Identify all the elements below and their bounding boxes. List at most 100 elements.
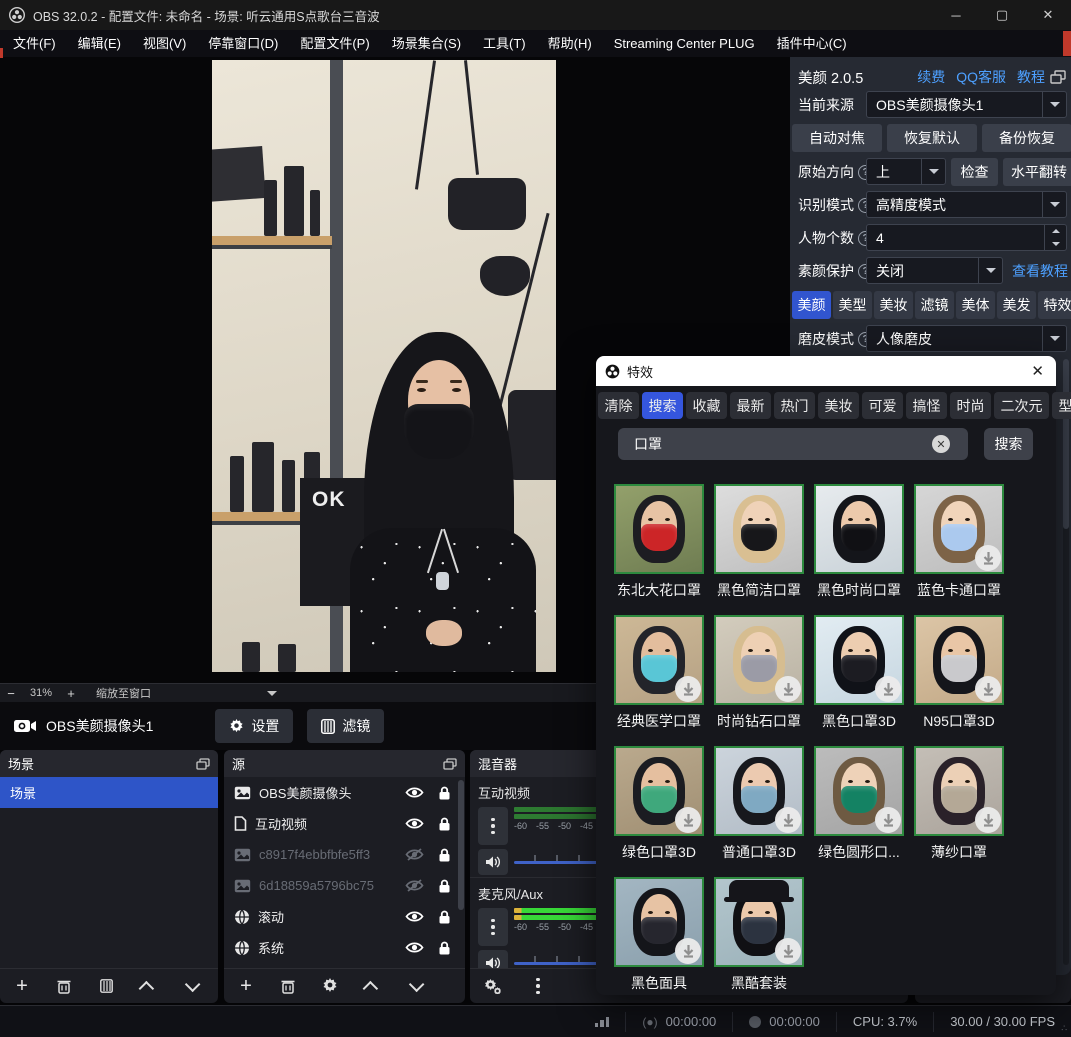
effect-item-8[interactable]: 绿色口罩3D — [609, 746, 709, 862]
mute-button[interactable] — [478, 849, 508, 875]
beauty-tab-3[interactable]: 滤镜 — [915, 291, 954, 319]
toggle-visibility-button[interactable] — [405, 910, 424, 923]
add-source-button[interactable]: + — [236, 976, 256, 996]
effects-tab-1[interactable]: 搜索 — [642, 392, 683, 419]
chevron-down-icon[interactable] — [978, 258, 1002, 283]
popout-icon[interactable] — [443, 758, 457, 770]
effects-search-input[interactable]: 口罩 — [618, 428, 968, 460]
beauty-tab-6[interactable]: 特效 — [1038, 291, 1071, 319]
dock-float-icon[interactable] — [1050, 70, 1066, 84]
fit-to-window-select[interactable]: 缩放至窗口 — [96, 685, 151, 701]
toggle-visibility-button[interactable] — [405, 848, 424, 861]
effects-tab-7[interactable]: 搞怪 — [906, 392, 947, 419]
scene-list-item-0[interactable]: 场景 — [0, 777, 218, 808]
check-button[interactable]: 检查 — [951, 158, 998, 186]
effects-tab-9[interactable]: 二次元 — [994, 392, 1049, 419]
source-down-button[interactable] — [404, 976, 424, 996]
menu-item-7[interactable]: 帮助(H) — [537, 30, 603, 57]
minimize-button[interactable]: ─ — [933, 0, 979, 30]
effect-item-9[interactable]: 普通口罩3D — [709, 746, 809, 862]
effects-tab-2[interactable]: 收藏 — [686, 392, 727, 419]
people-count-input[interactable]: 4 — [866, 224, 1067, 251]
beauty-link-1[interactable]: QQ客服 — [956, 67, 1006, 87]
beauty-source-select[interactable]: OBS美颜摄像头1 — [866, 91, 1067, 118]
beauty-panel-scrollbar[interactable] — [1063, 359, 1069, 965]
spinner-arrows[interactable] — [1044, 225, 1066, 250]
menu-item-8[interactable]: Streaming Center PLUG — [603, 30, 766, 57]
effect-item-6[interactable]: 黑色口罩3D — [809, 615, 909, 731]
menu-item-5[interactable]: 场景集合(S) — [381, 30, 472, 57]
beauty-action-button-1[interactable]: 恢复默认 — [887, 124, 977, 152]
zoom-in-button[interactable]: + — [60, 686, 82, 701]
effect-item-10[interactable]: 绿色圆形口... — [809, 746, 909, 862]
scene-filters-button[interactable] — [96, 976, 116, 996]
menu-item-3[interactable]: 停靠窗口(D) — [197, 30, 289, 57]
recognition-mode-select[interactable]: 高精度模式 — [866, 191, 1067, 218]
advanced-audio-button[interactable] — [482, 976, 502, 996]
lock-source-button[interactable] — [438, 910, 451, 924]
orientation-select[interactable]: 上 — [866, 158, 946, 185]
lock-source-button[interactable] — [438, 848, 451, 862]
menu-item-2[interactable]: 视图(V) — [132, 30, 197, 57]
lock-source-button[interactable] — [438, 786, 451, 800]
protect-select[interactable]: 关闭 — [866, 257, 1003, 284]
search-button[interactable]: 搜索 — [984, 428, 1033, 460]
close-button[interactable]: ✕ — [1025, 0, 1071, 30]
menu-item-6[interactable]: 工具(T) — [472, 30, 537, 57]
remove-source-button[interactable] — [278, 976, 298, 996]
effects-tab-0[interactable]: 清除 — [598, 392, 639, 419]
effects-tab-8[interactable]: 时尚 — [950, 392, 991, 419]
mixer-menu-button[interactable] — [528, 976, 548, 996]
beauty-action-button-0[interactable]: 自动对焦 — [792, 124, 882, 152]
effect-item-3[interactable]: 蓝色卡通口罩 — [909, 484, 1009, 600]
source-properties-button[interactable] — [320, 976, 340, 996]
remove-scene-button[interactable] — [54, 976, 74, 996]
effects-tab-6[interactable]: 可爱 — [862, 392, 903, 419]
mixer-channel-menu-button[interactable] — [478, 807, 508, 845]
effects-tab-4[interactable]: 热门 — [774, 392, 815, 419]
chevron-down-icon[interactable] — [1042, 92, 1066, 117]
toggle-visibility-button[interactable] — [405, 817, 424, 830]
toggle-visibility-button[interactable] — [405, 786, 424, 799]
beauty-tab-1[interactable]: 美型 — [833, 291, 872, 319]
beauty-tab-0[interactable]: 美颜 — [792, 291, 831, 319]
source-list-item-3[interactable]: 6d18859a5796bc75 — [224, 870, 465, 901]
dialog-close-icon[interactable]: ✕ — [1031, 356, 1044, 386]
popout-icon[interactable] — [196, 758, 210, 770]
search-clear-icon[interactable]: ✕ — [932, 435, 950, 453]
beauty-tab-5[interactable]: 美发 — [997, 291, 1036, 319]
add-scene-button[interactable]: + — [12, 976, 32, 996]
source-list-item-1[interactable]: 互动视频 — [224, 808, 465, 839]
effects-tab-3[interactable]: 最新 — [730, 392, 771, 419]
menu-item-0[interactable]: 文件(F) — [2, 30, 67, 57]
beauty-tab-2[interactable]: 美妆 — [874, 291, 913, 319]
effect-item-5[interactable]: 时尚钻石口罩 — [709, 615, 809, 731]
lock-source-button[interactable] — [438, 941, 451, 955]
resize-grip[interactable]: ∴ — [1061, 1023, 1068, 1034]
effect-item-2[interactable]: 黑色时尚口罩 — [809, 484, 909, 600]
source-up-button[interactable] — [362, 976, 382, 996]
filters-button[interactable]: 滤镜 — [307, 709, 384, 743]
effect-item-0[interactable]: 东北大花口罩 — [609, 484, 709, 600]
chevron-down-icon[interactable] — [921, 159, 945, 184]
beauty-link-2[interactable]: 教程 — [1017, 67, 1045, 87]
chevron-down-icon[interactable] — [1042, 192, 1066, 217]
effect-item-4[interactable]: 经典医学口罩 — [609, 615, 709, 731]
lock-source-button[interactable] — [438, 879, 451, 893]
menu-item-4[interactable]: 配置文件(P) — [289, 30, 380, 57]
flip-horizontal-button[interactable]: 水平翻转 — [1003, 158, 1071, 186]
skin-smooth-mode-select[interactable]: 人像磨皮 — [866, 325, 1067, 352]
beauty-link-0[interactable]: 续费 — [917, 67, 945, 87]
zoom-out-button[interactable]: − — [0, 686, 22, 701]
mixer-channel-menu-button[interactable] — [478, 908, 508, 946]
effect-item-11[interactable]: 薄纱口罩 — [909, 746, 1009, 862]
beauty-tab-4[interactable]: 美体 — [956, 291, 995, 319]
maximize-button[interactable]: ▢ — [979, 0, 1025, 30]
source-list-item-5[interactable]: 系统 — [224, 932, 465, 963]
sources-scrollbar[interactable] — [458, 780, 464, 910]
effects-tab-10[interactable]: 型男 — [1052, 392, 1071, 419]
menu-item-1[interactable]: 编辑(E) — [67, 30, 132, 57]
lock-source-button[interactable] — [438, 817, 451, 831]
effect-item-13[interactable]: 黑酷套装 — [709, 877, 809, 993]
settings-button[interactable]: 设置 — [215, 709, 293, 743]
